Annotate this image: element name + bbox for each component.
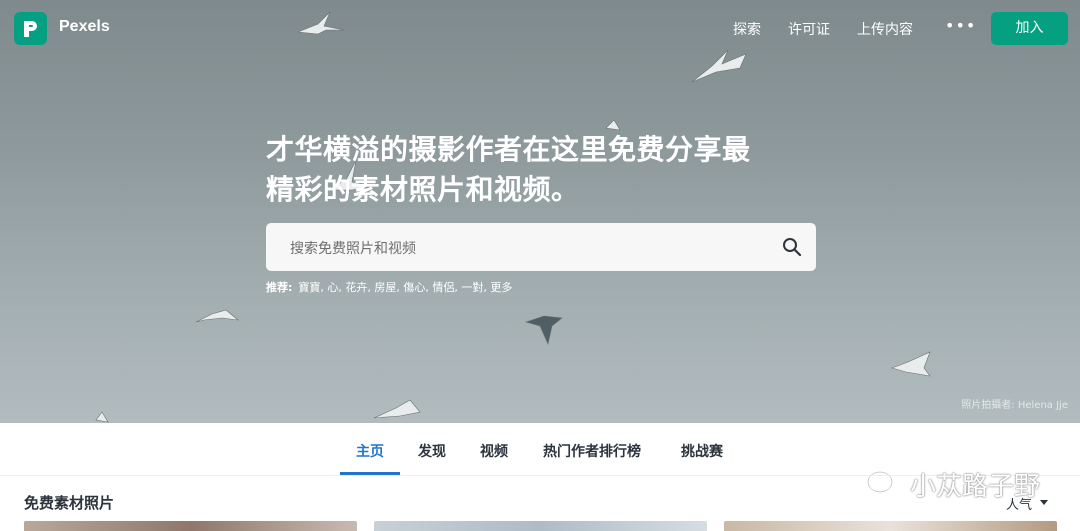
brand-name[interactable]: Pexels	[59, 18, 110, 36]
more-menu-icon[interactable]: •••	[945, 16, 976, 35]
suggestion-links[interactable]: 寶寶, 心, 花卉, 房屋, 傷心, 情侶, 一對, 更多	[298, 281, 512, 294]
pexels-logo-icon[interactable]	[14, 12, 47, 45]
seagulls-background-image	[95, 11, 931, 423]
headline-line-1: 才华横溢的摄影作者在这里免费分享最	[266, 133, 751, 166]
search-suggestions: 推荐: 寶寶, 心, 花卉, 房屋, 傷心, 情侶, 一對, 更多	[266, 279, 512, 295]
chevron-down-icon[interactable]	[1040, 500, 1048, 505]
tab-video[interactable]: 视频	[480, 441, 508, 461]
search-input[interactable]: 搜索免费照片和视频	[290, 238, 416, 258]
active-tab-indicator	[340, 472, 400, 475]
photo-credit[interactable]: 照片拍攝者: Helena Jje	[961, 396, 1068, 411]
hero-banner: Pexels 探索 许可证 上传内容 ••• 加入 才华横溢的摄影作者在这里免费…	[0, 0, 1080, 423]
nav-explore-link[interactable]: 探索	[733, 19, 761, 39]
tab-home[interactable]: 主页	[356, 441, 384, 461]
search-bar[interactable]: 搜索免费照片和视频	[266, 223, 816, 271]
sort-dropdown[interactable]: 人气	[1006, 494, 1032, 513]
section-title: 免费素材照片	[24, 494, 115, 512]
search-icon[interactable]	[782, 237, 802, 257]
suggestions-label: 推荐:	[266, 281, 293, 294]
photo-thumbnail[interactable]	[724, 521, 1057, 531]
tab-leaderboard[interactable]: 热门作者排行榜	[543, 441, 641, 461]
nav-license-link[interactable]: 许可证	[788, 19, 830, 39]
top-navigation-bar: Pexels 探索 许可证 上传内容 ••• 加入	[0, 0, 1080, 58]
wechat-icon	[867, 471, 903, 496]
photo-thumbnail[interactable]	[374, 521, 707, 531]
headline-line-2: 精彩的素材照片和视频。	[266, 173, 580, 206]
hero-headline: 才华横溢的摄影作者在这里免费分享最 精彩的素材照片和视频。	[266, 130, 806, 210]
nav-upload-link[interactable]: 上传内容	[857, 19, 913, 39]
tab-challenge[interactable]: 挑战赛	[681, 441, 723, 461]
photo-thumbnail[interactable]	[24, 521, 357, 531]
tab-discover[interactable]: 发现	[418, 441, 446, 461]
join-button[interactable]: 加入	[991, 12, 1068, 45]
